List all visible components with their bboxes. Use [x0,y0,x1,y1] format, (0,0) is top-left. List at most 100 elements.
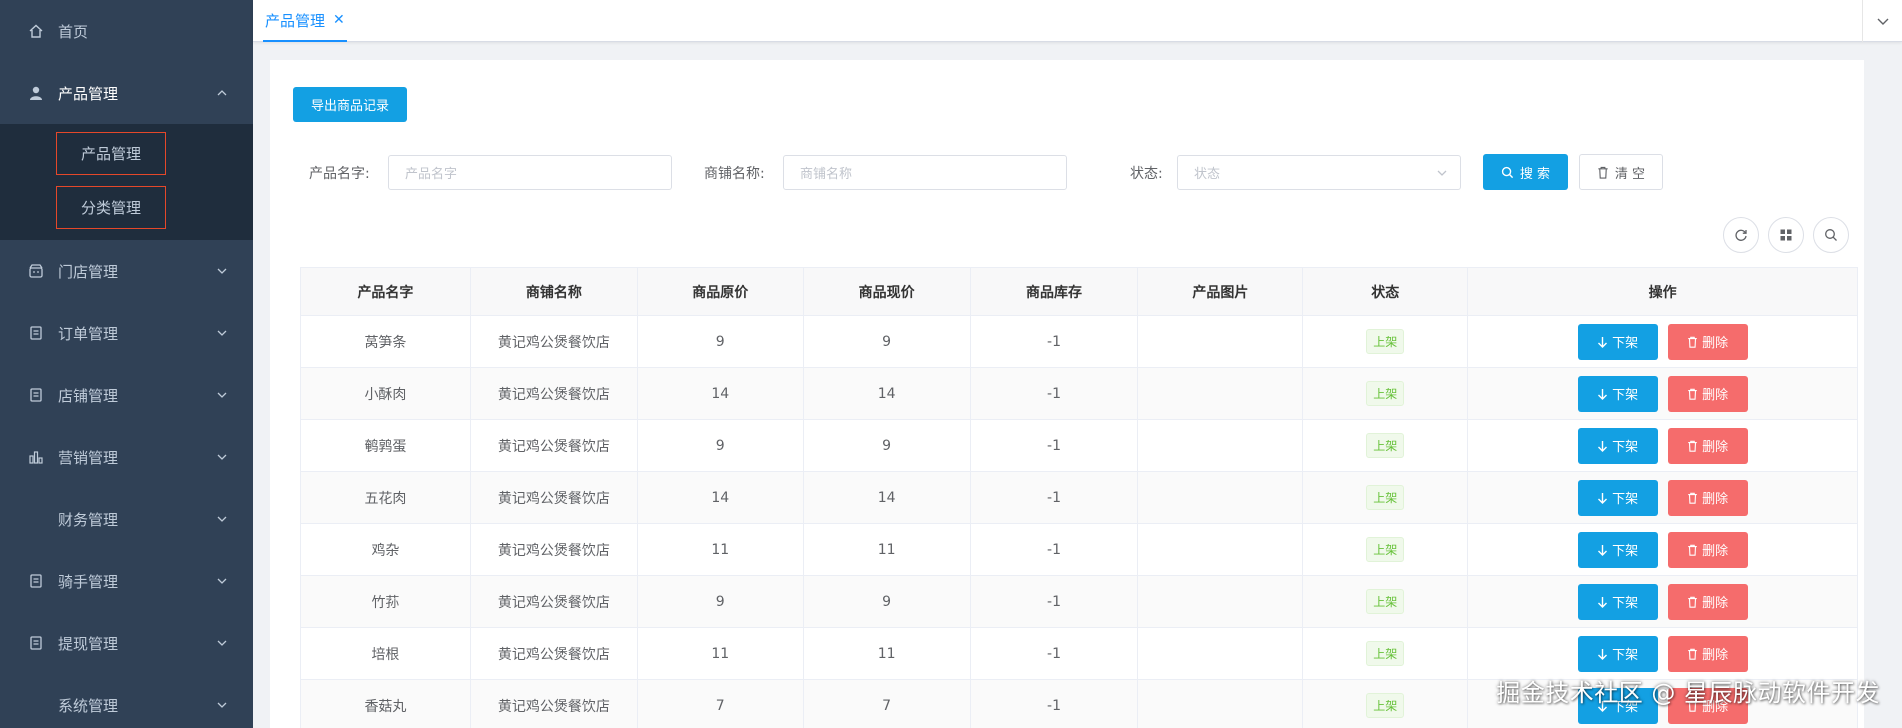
table-row: 鹌鹑蛋 黄记鸡公煲餐饮店 9 9 -1 上架 下架 删除 [301,420,1858,472]
home-icon [27,22,45,40]
take-down-button[interactable]: 下架 [1577,323,1658,360]
sidebar-subitem-category-manage[interactable]: 分类管理 [0,180,253,234]
column-header: 产品名字 [301,268,471,315]
chevron-down-icon [217,330,227,336]
delete-label: 删除 [1702,544,1729,559]
sidebar: 首页 产品管理 产品管理 分类管理 门店管理 订单管理 店铺管理 营销管理 财务… [0,0,253,728]
cell-stock: -1 [971,316,1139,367]
tags-dropdown-button[interactable] [1862,0,1902,42]
cell-shop-name: 黄记鸡公煲餐饮店 [471,524,638,575]
search-button-label: 搜 索 [1519,166,1551,182]
product-table: 产品名字 商铺名称 商品原价 商品现价 商品库存 产品图片 状态 操作 莴笋条黄… [300,267,1858,728]
status-badge: 上架 [1366,433,1405,458]
sidebar-item-label: 订单管理 [58,324,119,343]
take-down-label: 下架 [1612,336,1639,351]
sidebar-item-system[interactable]: 系统管理 [0,674,253,728]
search-button[interactable]: 搜 索 [1483,154,1568,190]
tags-view: 产品管理 ✕ [253,0,1902,42]
clear-button[interactable]: 清 空 [1579,154,1663,190]
trash-icon [1688,388,1697,400]
trash-icon [1688,492,1697,504]
document-icon [27,324,45,342]
cell-stock: -1 [971,472,1139,523]
close-icon[interactable]: ✕ [333,12,345,28]
cell-current-price: 11 [804,628,971,679]
cell-original-price: 11 [638,524,804,575]
export-button[interactable]: 导出商品记录 [293,87,407,122]
delete-button[interactable]: 删除 [1667,635,1748,672]
delete-label: 删除 [1702,388,1729,403]
arrow-down-icon [1598,492,1608,504]
take-down-button[interactable]: 下架 [1577,635,1658,672]
sidebar-item-label: 营销管理 [58,448,119,467]
chevron-down-icon [217,578,227,584]
take-down-button[interactable]: 下架 [1577,375,1658,412]
sidebar-item-marketing[interactable]: 营销管理 [0,426,253,488]
take-down-button[interactable]: 下架 [1577,531,1658,568]
sidebar-item-home[interactable]: 首页 [0,0,253,62]
cell-original-price: 14 [638,472,804,523]
sidebar-item-label: 门店管理 [58,262,119,281]
cell-stock: -1 [971,628,1139,679]
take-down-button[interactable]: 下架 [1577,479,1658,516]
arrow-down-icon [1598,544,1608,556]
cell-product-name: 五花肉 [301,472,471,523]
sidebar-item-label: 骑手管理 [58,572,119,591]
table-row: 竹荪 黄记鸡公煲餐饮店 9 9 -1 上架 下架 删除 [301,576,1858,628]
chevron-down-icon [217,516,227,522]
sidebar-item-riders[interactable]: 骑手管理 [0,550,253,612]
sidebar-subitem-label: 分类管理 [56,185,167,229]
sidebar-subitem-product-manage[interactable]: 产品管理 [0,126,253,180]
document-icon [27,634,45,652]
product-name-input[interactable]: 产品名字 [388,155,672,190]
delete-button[interactable]: 删除 [1667,531,1748,568]
status-select[interactable]: 状态 [1177,155,1461,190]
take-down-button[interactable]: 下架 [1577,427,1658,464]
delete-button[interactable]: 删除 [1667,375,1748,412]
chevron-down-icon [217,392,227,398]
chevron-down-icon [1437,170,1447,176]
document-icon [27,572,45,590]
sidebar-item-products[interactable]: 产品管理 [0,62,253,124]
cell-product-name: 小酥肉 [301,368,471,419]
sidebar-item-withdraw[interactable]: 提现管理 [0,612,253,674]
cell-product-image [1138,680,1304,728]
table-header: 产品名字 商铺名称 商品原价 商品现价 商品库存 产品图片 状态 操作 [301,268,1858,316]
arrow-down-icon [1598,388,1608,400]
delete-button[interactable]: 删除 [1667,323,1748,360]
delete-button[interactable]: 删除 [1667,479,1748,516]
clear-button-label: 清 空 [1614,166,1646,182]
delete-label: 删除 [1702,596,1729,611]
toggle-search-button[interactable] [1813,217,1849,253]
cell-shop-name: 黄记鸡公煲餐饮店 [471,576,638,627]
tag-product-manage[interactable]: 产品管理 ✕ [263,0,347,42]
chevron-down-icon [217,640,227,646]
cell-product-name: 培根 [301,628,471,679]
take-down-label: 下架 [1612,440,1639,455]
refresh-button[interactable] [1723,217,1759,253]
cell-product-image [1138,368,1304,419]
sidebar-item-stores[interactable]: 门店管理 [0,240,253,302]
take-down-button[interactable]: 下架 [1577,583,1658,620]
shop-name-input[interactable]: 商铺名称 [783,155,1067,190]
column-header: 操作 [1468,268,1858,315]
sidebar-item-finance[interactable]: 财务管理 [0,488,253,550]
trash-icon [1688,336,1697,348]
cell-product-name: 香菇丸 [301,680,471,728]
columns-toggle-button[interactable] [1768,217,1804,253]
cell-status: 上架 [1303,472,1469,523]
cell-shop-name: 黄记鸡公煲餐饮店 [471,628,638,679]
cell-shop-name: 黄记鸡公煲餐饮店 [471,680,638,728]
delete-button[interactable]: 删除 [1667,583,1748,620]
delete-button[interactable]: 删除 [1667,427,1748,464]
sidebar-item-orders[interactable]: 订单管理 [0,302,253,364]
chevron-down-icon [1877,18,1888,25]
table-row: 鸡杂 黄记鸡公煲餐饮店 11 11 -1 上架 下架 删除 [301,524,1858,576]
placeholder: 商铺名称 [800,167,853,182]
status-badge: 上架 [1366,537,1405,562]
take-down-label: 下架 [1612,492,1639,507]
cell-product-name: 竹荪 [301,576,471,627]
cell-actions: 下架 删除 [1468,368,1858,419]
cell-shop-name: 黄记鸡公煲餐饮店 [471,472,638,523]
sidebar-item-shops[interactable]: 店铺管理 [0,364,253,426]
